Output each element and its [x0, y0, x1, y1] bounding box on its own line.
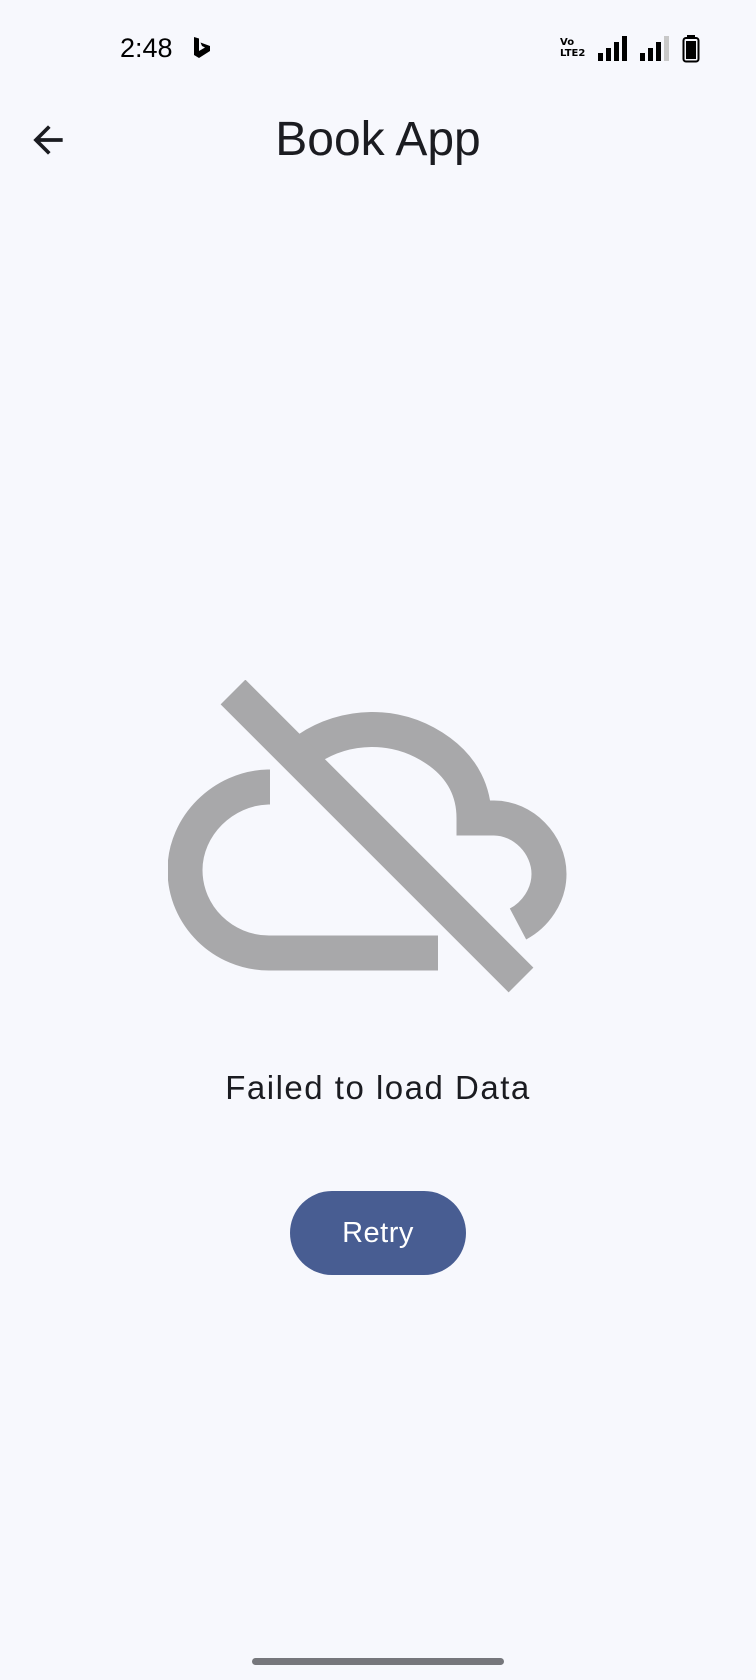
battery-icon: [682, 35, 700, 63]
volte-icon: Vo LTE2: [560, 34, 588, 65]
home-indicator[interactable]: [252, 1658, 504, 1665]
signal-1-icon: [598, 36, 627, 61]
retry-button[interactable]: Retry: [290, 1191, 466, 1275]
app-bar: Book App: [0, 100, 756, 180]
status-icons: Vo LTE2: [560, 34, 700, 64]
signal-2-icon: [640, 36, 669, 61]
volte-label-top: Vo: [560, 36, 575, 48]
cloud-off-icon: [168, 680, 567, 993]
bing-icon: [192, 36, 212, 60]
status-bar: 2:48 Vo LTE2: [0, 0, 756, 100]
error-message: Failed to load Data: [225, 1069, 531, 1106]
volte-label-bottom: LTE2: [560, 47, 586, 59]
status-time: 2:48: [120, 33, 173, 63]
page-title: Book App: [275, 113, 481, 166]
